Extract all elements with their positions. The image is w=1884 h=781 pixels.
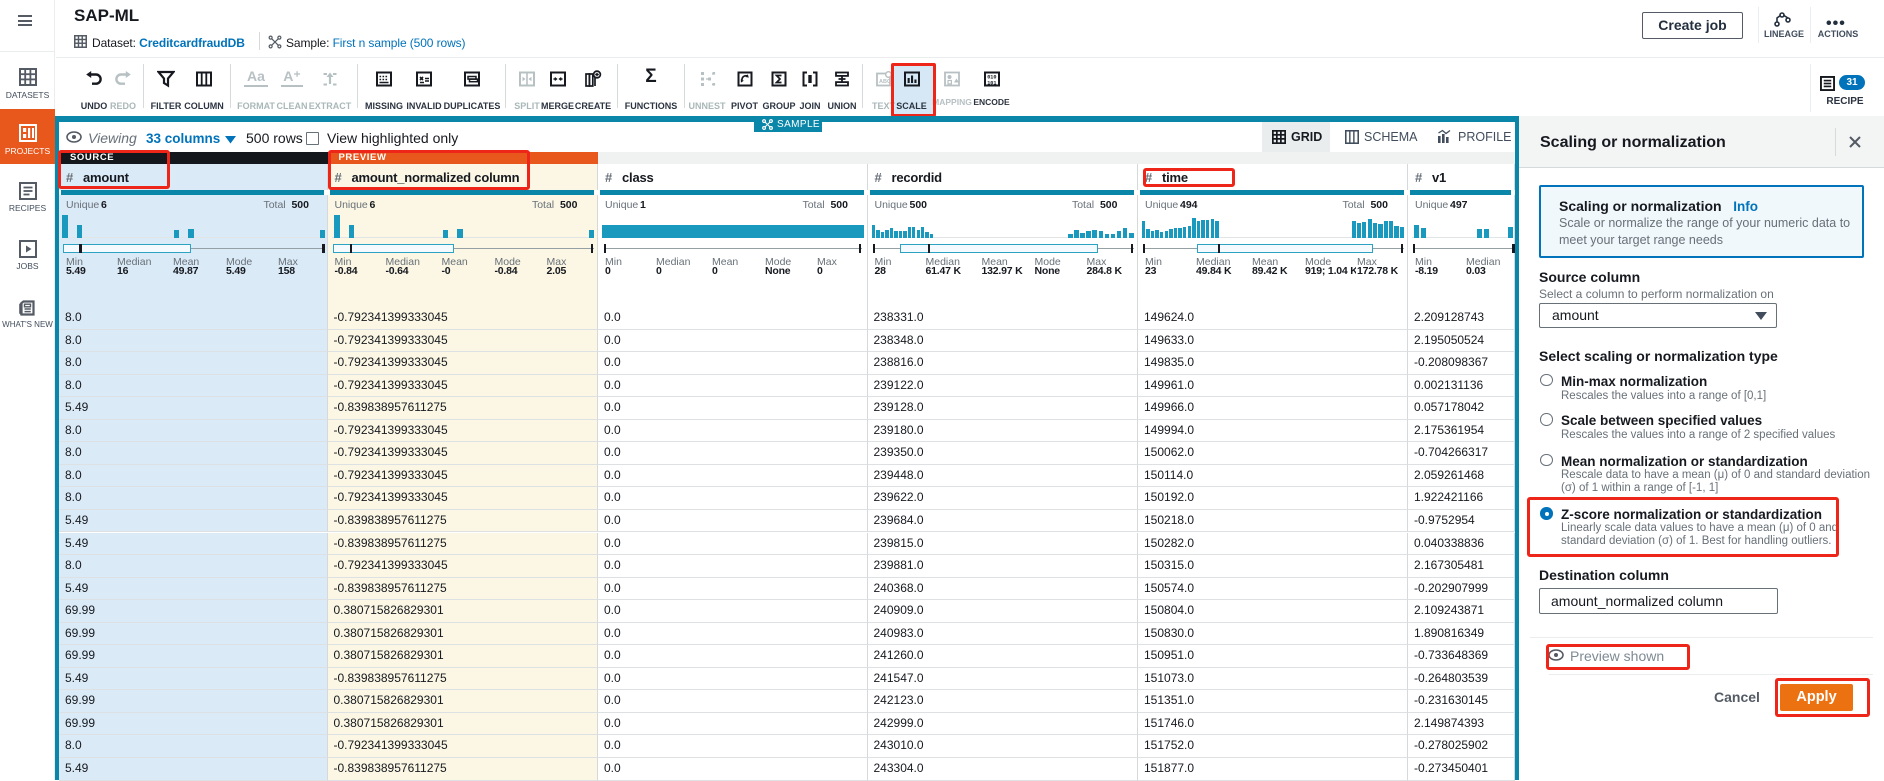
svg-text:101: 101 (987, 80, 996, 86)
svg-text:ABC: ABC (879, 79, 891, 85)
